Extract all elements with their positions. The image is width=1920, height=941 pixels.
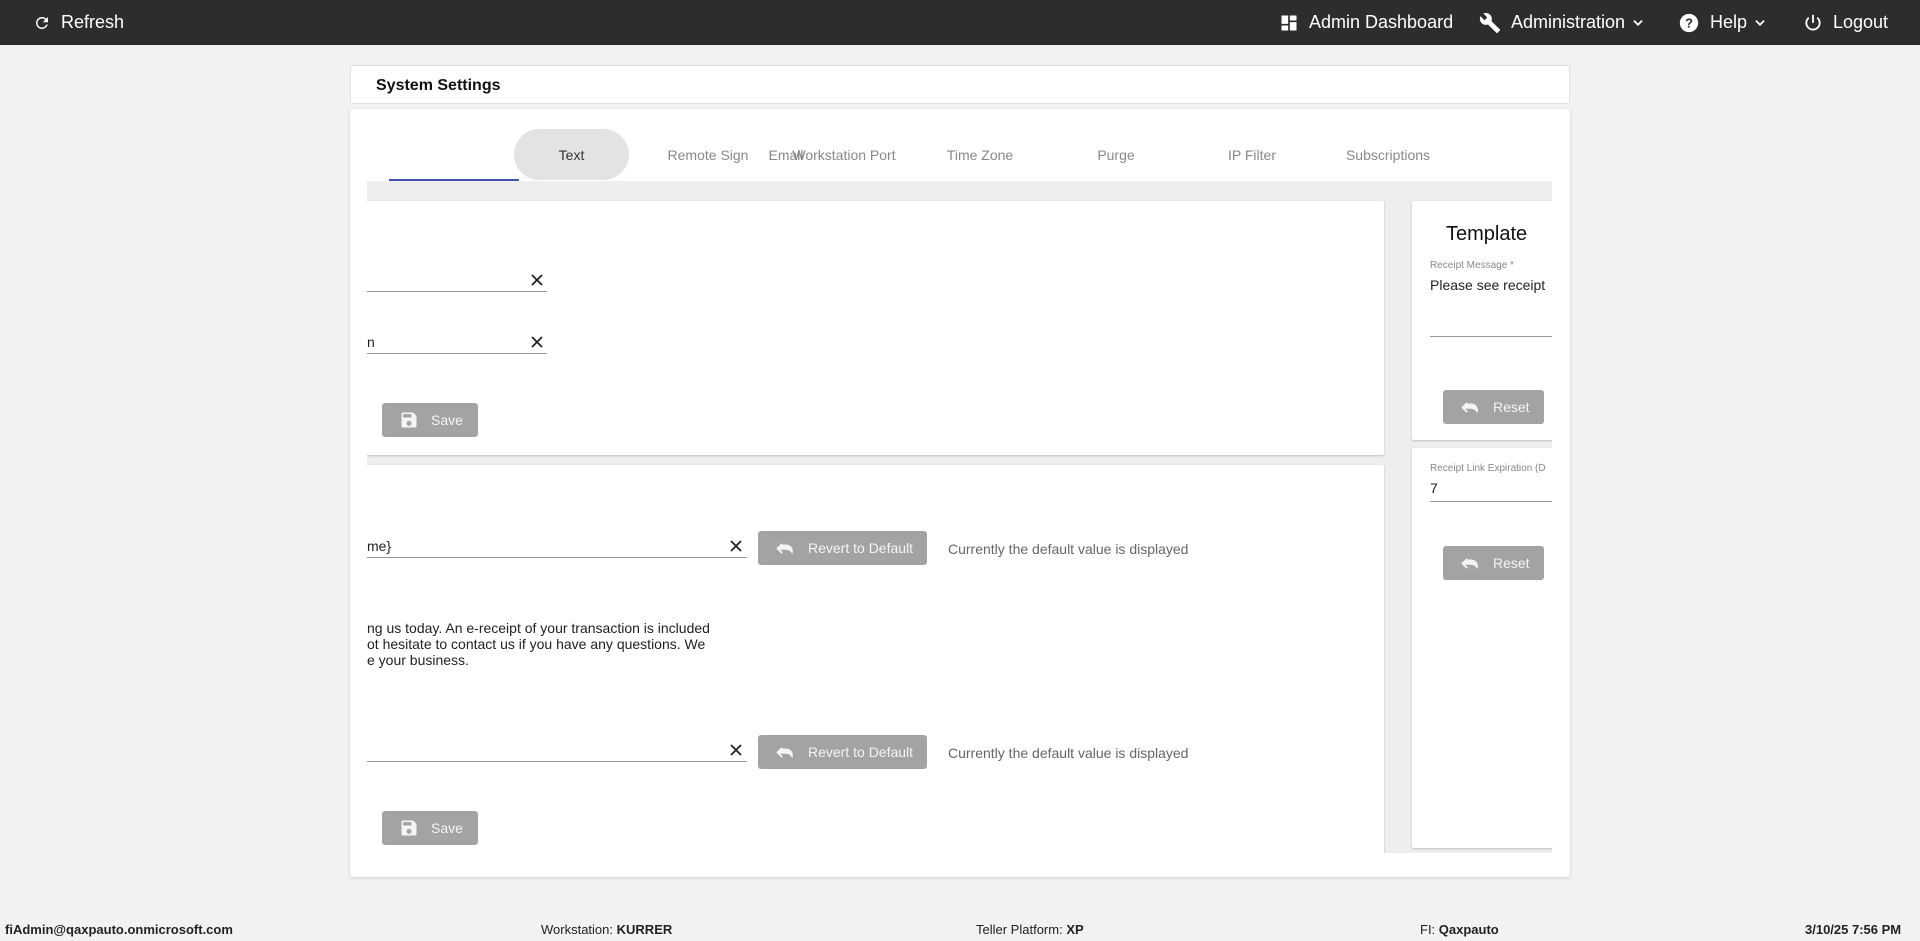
undo-icon (1459, 556, 1481, 570)
revert-to-default-button[interactable]: Revert to Default (758, 531, 927, 565)
receipt-expiration-panel: Receipt Link Expiration (D 7 Reset (1412, 448, 1552, 848)
sender-field-2[interactable]: n (367, 332, 547, 354)
save-button[interactable]: Save (382, 403, 478, 437)
help-icon: ? (1678, 12, 1700, 34)
footer-field[interactable] (367, 740, 747, 762)
undo-icon (774, 541, 796, 555)
dashboard-icon (1279, 13, 1299, 33)
receipt-message-label: Receipt Message * (1430, 260, 1514, 271)
body-line: ot hesitate to contact us if you have an… (367, 636, 706, 652)
footer-fi: FI: Qaxpauto (1420, 922, 1499, 937)
clear-icon[interactable] (727, 741, 745, 759)
receipt-link-expiration-label: Receipt Link Expiration (D (1430, 463, 1546, 474)
refresh-label: Refresh (61, 12, 125, 32)
footer-user: fiAdmin@qaxpauto.onmicrosoft.com (5, 922, 233, 937)
subject-field[interactable]: me} (367, 536, 747, 558)
clear-icon[interactable] (528, 333, 546, 351)
footer-workstation: Workstation: KURRER (541, 922, 672, 937)
top-navigation-bar: Refresh Admin Dashboard Administration ?… (0, 0, 1920, 45)
wrench-icon (1479, 12, 1501, 34)
default-value-note: Currently the default value is displayed (948, 541, 1189, 557)
tab-purge[interactable]: Purge (1051, 129, 1181, 180)
revert-label: Revert to Default (808, 744, 914, 760)
body-text[interactable]: ng us today. An e-receipt of your transa… (367, 620, 710, 668)
receipt-message-field[interactable]: Please see receipt (1430, 277, 1552, 337)
tab-remote-sign[interactable]: Remote Sign (643, 129, 773, 180)
fi-value: Qaxpauto (1438, 922, 1499, 937)
receipt-link-expiration-value: 7 (1430, 480, 1438, 496)
tab-subscriptions-label: Subscriptions (1345, 146, 1431, 163)
receipt-message-value: Please see receipt (1430, 277, 1546, 293)
reset-button[interactable]: Reset (1443, 546, 1544, 580)
workstation-label: Workstation: (541, 922, 614, 937)
receipt-link-expiration-field[interactable]: 7 (1430, 480, 1552, 502)
body-line: ng us today. An e-receipt of your transa… (367, 620, 710, 636)
active-tab-indicator (389, 179, 519, 181)
sender-field-1[interactable] (367, 270, 547, 292)
help-label: Help (1710, 12, 1748, 32)
tab-workstation-port[interactable]: Workstation Port (779, 129, 909, 180)
help-menu[interactable]: ? Help (1678, 0, 1767, 45)
refresh-icon (33, 14, 51, 32)
undo-icon (1459, 400, 1481, 414)
save-label: Save (431, 412, 463, 428)
refresh-button[interactable]: Refresh (33, 0, 124, 45)
tab-content: n Save me} Revert to Default Currently t… (367, 191, 1552, 853)
chevron-down-icon (1631, 16, 1645, 30)
undo-icon (774, 745, 796, 759)
reset-button[interactable]: Reset (1443, 390, 1544, 424)
save-button[interactable]: Save (382, 811, 478, 845)
tab-text[interactable]: Text (514, 129, 629, 180)
default-value-note: Currently the default value is displayed (948, 745, 1189, 761)
tab-purge-label: Purge (1097, 146, 1135, 163)
clear-icon[interactable] (727, 537, 745, 555)
revert-to-default-button[interactable]: Revert to Default (758, 735, 927, 769)
body-line: e your business. (367, 652, 469, 668)
tab-ip-filter-label: IP Filter (1228, 146, 1276, 163)
message-content-panel: me} Revert to Default Currently the defa… (367, 465, 1384, 853)
chevron-down-icon (1753, 16, 1767, 30)
administration-menu[interactable]: Administration (1479, 0, 1645, 45)
footer-datetime: 3/10/25 7:56 PM (1805, 922, 1901, 937)
admin-dashboard-label: Admin Dashboard (1309, 12, 1454, 32)
save-icon (399, 818, 419, 838)
subject-value: me} (367, 538, 392, 554)
tab-ip-filter[interactable]: IP Filter (1187, 129, 1317, 180)
tab-workstation-port-label: Workstation Port (792, 146, 896, 163)
teller-platform-label: Teller Platform: (976, 922, 1063, 937)
sender-field-2-value: n (367, 334, 375, 350)
reset-label: Reset (1493, 555, 1530, 571)
template-panel: Template Receipt Message * Please see re… (1412, 201, 1552, 440)
workstation-value: KURRER (616, 922, 673, 937)
svg-text:?: ? (1685, 15, 1693, 30)
save-label: Save (431, 820, 463, 836)
tab-time-zone-label: Time Zone (946, 146, 1014, 163)
teller-platform-value: XP (1066, 922, 1084, 937)
reset-label: Reset (1493, 399, 1530, 415)
tab-remote-sign-label: Remote Sign (667, 146, 749, 163)
power-icon (1803, 13, 1823, 33)
admin-dashboard-link[interactable]: Admin Dashboard (1279, 0, 1453, 45)
settings-card: Email Text Remote Sign Workstation Port … (350, 109, 1570, 877)
status-footer: fiAdmin@qaxpauto.onmicrosoft.com Worksta… (0, 916, 1920, 941)
datetime-value: 3/10/25 7:56 PM (1805, 922, 1902, 937)
tab-time-zone[interactable]: Time Zone (915, 129, 1045, 180)
tab-text-label: Text (558, 146, 585, 163)
template-title: Template (1446, 223, 1528, 245)
sender-settings-panel: n Save (367, 201, 1384, 455)
logout-label: Logout (1833, 12, 1889, 32)
page-header: System Settings (350, 65, 1570, 104)
page-title: System Settings (376, 77, 501, 94)
footer-teller-platform: Teller Platform: XP (976, 922, 1084, 937)
revert-label: Revert to Default (808, 540, 914, 556)
fi-label: FI: (1420, 922, 1436, 937)
tab-subscriptions[interactable]: Subscriptions (1323, 129, 1453, 180)
administration-label: Administration (1511, 12, 1626, 32)
logout-button[interactable]: Logout (1803, 0, 1888, 45)
user-email: fiAdmin@qaxpauto.onmicrosoft.com (5, 922, 233, 937)
save-icon (399, 410, 419, 430)
clear-icon[interactable] (528, 271, 546, 289)
